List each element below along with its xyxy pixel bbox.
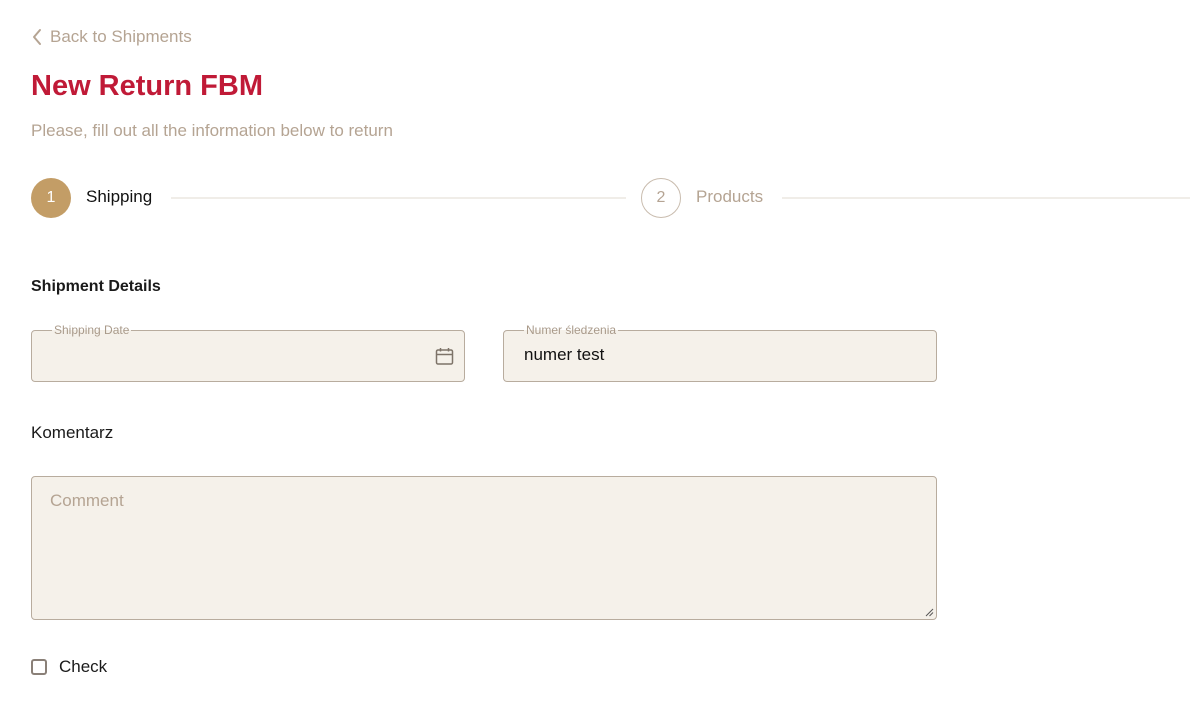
step-1-number: 1 — [46, 189, 56, 206]
stepper-connector — [171, 197, 626, 199]
calendar-icon[interactable] — [435, 347, 454, 366]
shipping-date-input[interactable] — [52, 345, 412, 365]
check-label[interactable]: Check — [59, 657, 107, 677]
tracking-number-label: Numer śledzenia — [524, 323, 619, 337]
step-2-indicator[interactable]: 2 — [641, 178, 681, 218]
tracking-number-field[interactable]: Numer śledzenia — [503, 323, 937, 382]
shipping-date-label: Shipping Date — [52, 323, 132, 337]
chevron-left-icon — [33, 29, 41, 45]
comment-heading: Komentarz — [31, 423, 114, 442]
back-link-label: Back to Shipments — [50, 27, 192, 46]
comment-textarea[interactable] — [50, 491, 910, 601]
page-subtitle: Please, fill out all the information bel… — [31, 121, 393, 140]
shipment-details-heading: Shipment Details — [31, 278, 161, 295]
tracking-number-input[interactable] — [524, 345, 884, 365]
shipping-date-field[interactable]: Shipping Date — [31, 323, 465, 382]
stepper-connector-trailing — [782, 197, 1190, 199]
return-form-page: Back to Shipments New Return FBM Please,… — [0, 0, 1190, 706]
resize-handle-icon[interactable] — [924, 607, 934, 617]
check-checkbox[interactable] — [31, 659, 47, 675]
check-option[interactable]: Check — [31, 657, 107, 677]
page-title: New Return FBM — [31, 70, 263, 102]
comment-field[interactable] — [31, 476, 937, 620]
step-1-label[interactable]: Shipping — [86, 187, 152, 207]
step-2-number: 2 — [656, 189, 666, 206]
back-to-shipments-link[interactable]: Back to Shipments — [31, 27, 192, 47]
step-2-label[interactable]: Products — [696, 187, 763, 207]
step-1-indicator[interactable]: 1 — [31, 178, 71, 218]
